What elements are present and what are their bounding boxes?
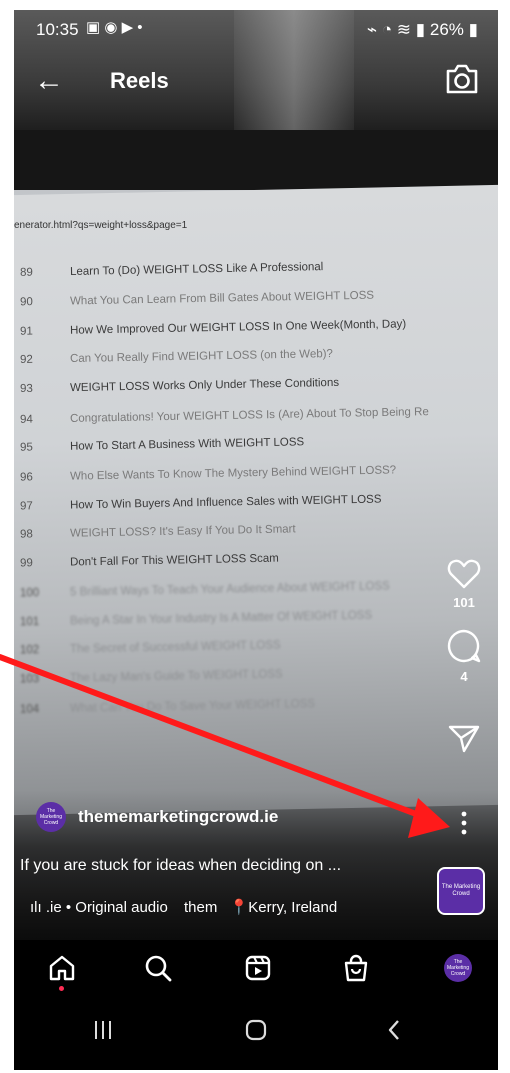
search-icon[interactable]: [144, 954, 172, 982]
audio-bars-icon: ılı: [30, 899, 46, 916]
row-number: 101: [19, 616, 40, 629]
status-time: 10:35: [36, 20, 79, 39]
row-number: 102: [19, 644, 40, 657]
audio-line: ılı .ie • Original audio them 📍Kerry, Ir…: [30, 898, 337, 916]
row-number: 97: [19, 500, 33, 513]
row-number: 104: [19, 702, 40, 716]
row-number: 91: [19, 325, 33, 338]
profile-avatar[interactable]: The Marketing Crowd: [444, 954, 472, 982]
video-url-text: enerator.html?qs=weight+loss&page=1: [14, 220, 188, 231]
home-icon[interactable]: [48, 954, 76, 982]
phone-screen: enerator.html?qs=weight+loss&page=1 89 Le…: [14, 10, 498, 1070]
like-button[interactable]: 101: [444, 558, 484, 610]
send-icon: [448, 725, 480, 753]
row-number: 99: [19, 557, 33, 570]
back-arrow-icon[interactable]: ←: [34, 66, 64, 96]
comment-icon: [447, 629, 481, 663]
notification-icons: ▣ ◉ ▶ •: [86, 19, 143, 36]
system-nav-bar: [14, 998, 498, 1070]
row-number: 96: [19, 471, 33, 484]
signal-icons: ⌁ ◔ ≋ ▮: [366, 20, 426, 39]
back-button-icon[interactable]: [386, 1018, 402, 1042]
page-title: Reels: [110, 68, 169, 93]
post-author[interactable]: The Marketing Crowd thememarketingcrowd.…: [36, 802, 278, 832]
more-options-button[interactable]: [444, 810, 484, 841]
battery-icon: ▮: [468, 20, 478, 39]
row-number: 93: [19, 383, 33, 396]
like-count: 101: [453, 595, 475, 610]
row-number: 95: [19, 441, 33, 454]
tagged-user[interactable]: them: [184, 899, 217, 916]
reels-icon[interactable]: [244, 954, 272, 982]
comment-button[interactable]: 4: [444, 628, 484, 684]
row-number: 100: [19, 587, 40, 600]
reel-video[interactable]: enerator.html?qs=weight+loss&page=1 89 Le…: [14, 10, 498, 950]
top-bar: ← Reels: [14, 58, 498, 106]
shop-icon[interactable]: [342, 954, 370, 982]
notification-dot: [59, 986, 64, 991]
location-label[interactable]: Kerry, Ireland: [248, 899, 337, 916]
row-number: 89: [19, 266, 33, 279]
camera-icon[interactable]: [444, 62, 480, 96]
row-number: 103: [19, 673, 40, 686]
comment-count: 4: [460, 669, 468, 684]
bottom-nav: The Marketing Crowd: [14, 940, 498, 998]
home-button-icon[interactable]: [244, 1018, 268, 1042]
row-number: 90: [19, 296, 33, 309]
location-pin-icon: 📍: [229, 899, 249, 916]
share-button[interactable]: [444, 724, 484, 759]
row-number: 94: [19, 413, 33, 426]
username[interactable]: thememarketingcrowd.ie: [78, 807, 278, 827]
post-caption[interactable]: If you are stuck for ideas when deciding…: [20, 857, 341, 875]
audio-label[interactable]: .ie • Original audio: [46, 899, 168, 916]
row-number: 98: [19, 528, 33, 541]
heart-icon: [447, 559, 481, 589]
battery-level: 26%: [429, 20, 464, 39]
status-bar: 10:35 ▣ ◉ ▶ • ⌁ ◔ ≋ ▮ 26% ▮: [14, 10, 498, 46]
audio-album-thumbnail[interactable]: The Marketing Crowd: [437, 867, 485, 915]
more-icon: [461, 811, 467, 835]
row-number: 92: [19, 354, 33, 367]
recent-apps-icon[interactable]: [92, 1018, 114, 1042]
avatar[interactable]: The Marketing Crowd: [36, 802, 66, 832]
